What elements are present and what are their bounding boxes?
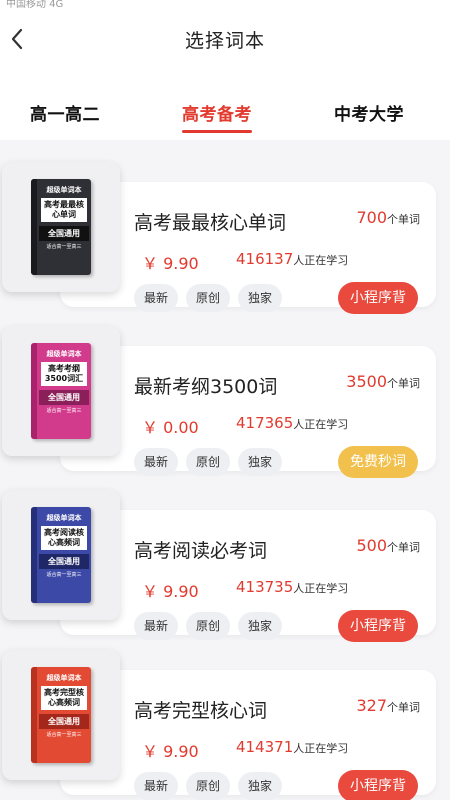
active-tab-indicator — [182, 130, 252, 133]
cover-band: 全国通用 — [39, 554, 89, 569]
learner-count-suffix: 人正在学习 — [293, 254, 349, 267]
tag-original: 原创 — [186, 448, 231, 476]
tab-gaokao[interactable]: 高考备考 — [182, 100, 252, 125]
book-cover-image: 超级单词本 高考阅读核心高频词 全国通用 适合高一至高三 — [31, 507, 91, 603]
word-count: 327个单词 — [356, 696, 420, 715]
cover-foot: 适合高一至高三 — [46, 244, 82, 250]
cover-foot: 适合高一至高三 — [46, 732, 82, 738]
book-cover[interactable]: 超级单词本 高考阅读核心高频词 全国通用 适合高一至高三 — [2, 490, 120, 620]
cover-foot: 适合高一至高三 — [46, 572, 82, 578]
tag-newest: 最新 — [134, 448, 179, 476]
book-price: ￥ 9.90 — [142, 254, 199, 273]
cover-brand: 超级单词本 — [46, 350, 82, 358]
cover-title: 高考最最核心单词 — [41, 198, 87, 222]
book-card[interactable]: 超级单词本 高考阅读核心高频词 全国通用 适合高一至高三 高考阅读必考词 500… — [0, 490, 450, 642]
word-count-value: 500 — [356, 536, 387, 555]
book-card[interactable]: 超级单词本 高考考纲3500词汇 全国通用 适合高一至高三 最新考纲3500词 … — [0, 326, 450, 478]
word-count-value: 700 — [356, 208, 387, 227]
mini-program-study-button[interactable]: 小程序背 — [338, 770, 418, 800]
tag-newest: 最新 — [134, 284, 179, 312]
mini-program-study-button[interactable]: 小程序背 — [338, 610, 418, 642]
cover-band: 全国通用 — [39, 390, 89, 405]
book-cover[interactable]: 超级单词本 高考考纲3500词汇 全国通用 适合高一至高三 — [2, 326, 120, 456]
cover-title: 高考完型核心高频词 — [41, 686, 87, 710]
book-name: 高考最最核心单词 — [134, 212, 287, 234]
learner-count-suffix: 人正在学习 — [293, 418, 349, 431]
word-count-unit: 个单词 — [387, 701, 420, 714]
book-name: 高考阅读必考词 — [134, 540, 268, 562]
tag-original: 原创 — [186, 772, 231, 800]
word-count-unit: 个单词 — [387, 377, 420, 390]
book-cover-image: 超级单词本 高考最最核心单词 全国通用 适合高一至高三 — [31, 179, 91, 275]
book-card[interactable]: 超级单词本 高考最最核心单词 全国通用 适合高一至高三 高考最最核心单词 700… — [0, 162, 450, 314]
learner-count: 416137人正在学习 — [236, 250, 348, 268]
cover-brand: 超级单词本 — [46, 514, 82, 522]
book-list: 超级单词本 高考最最核心单词 全国通用 适合高一至高三 高考最最核心单词 700… — [0, 140, 450, 800]
book-cover-image: 超级单词本 高考完型核心高频词 全国通用 适合高一至高三 — [31, 667, 91, 763]
tab-grade-1-2[interactable]: 高一高二 — [30, 100, 100, 125]
learner-count: 414371人正在学习 — [236, 738, 348, 756]
tab-zhongkao-university[interactable]: 中考大学 — [334, 100, 404, 125]
free-study-button[interactable]: 免费秒词 — [338, 446, 418, 478]
tag-original: 原创 — [186, 612, 231, 640]
tag-exclusive: 独家 — [238, 448, 283, 476]
cover-title: 高考阅读核心高频词 — [41, 526, 87, 550]
page-title: 选择词本 — [184, 30, 265, 52]
learner-count-value: 417365 — [236, 414, 294, 432]
tag-exclusive: 独家 — [238, 284, 283, 312]
learner-count: 413735人正在学习 — [236, 578, 348, 596]
header: 选择词本 — [0, 14, 450, 64]
word-count-unit: 个单词 — [387, 213, 420, 226]
tag-newest: 最新 — [134, 772, 179, 800]
cover-brand: 超级单词本 — [46, 186, 82, 194]
book-card[interactable]: 超级单词本 高考完型核心高频词 全国通用 适合高一至高三 高考完型核心词 327… — [0, 650, 450, 800]
cover-foot: 适合高一至高三 — [46, 408, 82, 414]
book-price: ￥ 0.00 — [142, 418, 199, 437]
book-name: 最新考纲3500词 — [134, 376, 278, 398]
word-count-unit: 个单词 — [387, 541, 420, 554]
word-count-value: 3500 — [346, 372, 387, 391]
book-cover[interactable]: 超级单词本 高考完型核心高频词 全国通用 适合高一至高三 — [2, 650, 120, 780]
learner-count-value: 416137 — [236, 250, 294, 268]
cover-brand: 超级单词本 — [46, 674, 82, 682]
status-bar: 中国移动 4G — [6, 0, 64, 10]
word-count-value: 327 — [356, 696, 387, 715]
learner-count-suffix: 人正在学习 — [293, 582, 349, 595]
book-name: 高考完型核心词 — [134, 700, 268, 722]
book-price: ￥ 9.90 — [142, 742, 199, 761]
word-count: 3500个单词 — [346, 372, 420, 391]
learner-count-value: 413735 — [236, 578, 294, 596]
book-cover-image: 超级单词本 高考考纲3500词汇 全国通用 适合高一至高三 — [31, 343, 91, 439]
learner-count-suffix: 人正在学习 — [293, 742, 349, 755]
tag-exclusive: 独家 — [238, 772, 283, 800]
tag-newest: 最新 — [134, 612, 179, 640]
cover-band: 全国通用 — [39, 714, 89, 729]
learner-count-value: 414371 — [236, 738, 294, 756]
word-count: 500个单词 — [356, 536, 420, 555]
tag-original: 原创 — [186, 284, 231, 312]
word-count: 700个单词 — [356, 208, 420, 227]
learner-count: 417365人正在学习 — [236, 414, 348, 432]
cover-band: 全国通用 — [39, 226, 89, 241]
tag-exclusive: 独家 — [238, 612, 283, 640]
book-cover[interactable]: 超级单词本 高考最最核心单词 全国通用 适合高一至高三 — [2, 162, 120, 292]
mini-program-study-button[interactable]: 小程序背 — [338, 282, 418, 314]
cover-title: 高考考纲3500词汇 — [41, 362, 87, 386]
book-price: ￥ 9.90 — [142, 582, 199, 601]
tab-bar: 高一高二 高考备考 中考大学 — [0, 88, 450, 138]
